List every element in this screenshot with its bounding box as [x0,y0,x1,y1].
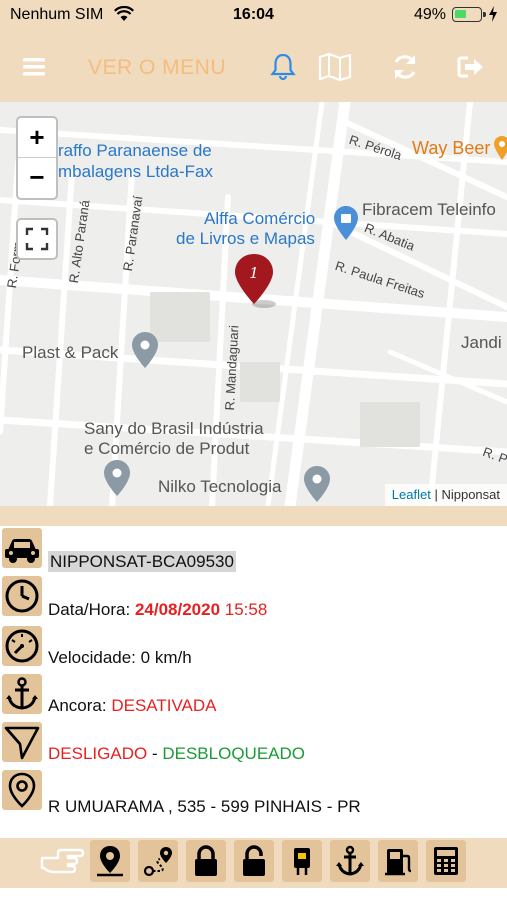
place-label: mbalagens Ltda-Fax [58,162,213,181]
location-pin-icon [2,770,42,810]
ignition-row: DESLIGADO - DESBLOQUEADO [0,720,507,764]
attribution-separator: | [430,487,442,502]
place-label: Sany do Brasil Indústria [84,419,264,438]
unlock-icon [243,845,265,876]
route-icon [143,847,172,877]
location-pin-icon [304,466,330,506]
map-icon[interactable] [318,52,352,82]
pointing-hand-icon [40,844,85,882]
address-link[interactable]: R UMUARAMA , 535 - 599 PINHAIS - PR [48,797,361,817]
ignition-text: DESLIGADO - DESBLOQUEADO [48,744,305,764]
place-label: raffo Paranaense de [58,141,212,160]
speed-text: Velocidade: 0 km/h [48,648,192,668]
speedometer-icon [2,626,42,666]
fuel-button[interactable] [378,840,418,882]
calculator-button[interactable] [426,840,466,882]
divider-band [0,506,507,526]
place-label: Nilko Tecnologia [158,477,282,496]
refresh-icon[interactable] [390,52,420,82]
anchor-value: DESATIVADA [111,696,217,715]
bell-icon[interactable] [268,52,298,82]
lock-status: DESBLOQUEADO [162,744,305,763]
datetime-row: Data/Hora: 24/08/2020 15:58 [0,574,507,620]
place-label: Jandi [461,333,502,352]
anchor-label: Ancora: [48,696,107,715]
plate-text: NIPPONSAT-BCA09530 [48,551,236,572]
fullscreen-icon [25,227,49,251]
datetime-label: Data/Hora: [48,600,131,619]
clock-icon [2,576,42,616]
date-value: 24/08/2020 [134,600,221,619]
hamburger-icon[interactable] [20,52,50,82]
anchor-icon [336,845,364,876]
svg-text:1: 1 [249,264,259,282]
speed-label: Velocidade: [48,648,136,667]
top-nav: VER O MENU [0,30,507,102]
provider-label: Nipponsat [441,487,500,502]
anchor-button[interactable] [330,840,370,882]
place-label: Alffa Comércio [204,209,316,228]
anchor-icon [2,674,42,714]
car-icon [2,528,42,568]
battery-percent: 49% [414,6,447,23]
vehicle-marker[interactable]: 1 [234,254,278,310]
unlock-button[interactable] [234,840,274,882]
zoom-control: + − [16,116,58,200]
place-label: Plast & Pack [22,343,119,362]
route-button[interactable] [138,840,178,882]
speed-value: 0 km/h [140,648,192,667]
charging-icon [488,6,498,27]
calculator-icon [434,847,458,875]
relay-button[interactable] [282,840,322,882]
zoom-in-button[interactable]: + [18,118,56,158]
shop-pin-icon [334,206,358,245]
vehicle-plate-row: NIPPONSAT-BCA09530 [0,526,507,572]
place-label: Way Beer [412,138,491,158]
location-pin-icon [97,846,123,877]
location-button[interactable] [90,840,130,882]
relay-icon [294,848,310,875]
lock-icon [195,845,217,876]
zoom-out-button[interactable]: − [18,158,56,198]
fuel-icon [385,849,412,876]
location-pin-icon [104,460,130,501]
status-separator: - [151,744,158,763]
location-pin-icon [132,332,158,373]
leaflet-link[interactable]: Leaflet [392,487,431,502]
map-view[interactable]: raffo Paranaense de mbalagens Ltda-Fax W… [0,102,507,506]
menu-label[interactable]: VER O MENU [88,56,226,80]
status-bar: Nenhum SIM 16:04 49% [0,0,507,30]
anchor-text: Ancora: DESATIVADA [48,696,217,716]
map-attribution: Leaflet | Nipponsat [384,484,507,506]
place-label: Fibracem Teleinfo [362,200,496,219]
time-value: 15:58 [224,600,268,619]
vehicle-plate: NIPPONSAT-BCA09530 [48,551,236,572]
bottom-toolbar [0,838,507,888]
place-label: e Comércio de Produt [84,439,250,458]
fullscreen-button[interactable] [16,218,58,260]
logout-icon[interactable] [456,52,486,82]
location-pin-icon [494,136,507,165]
place-label: de Livros e Mapas [176,229,315,248]
anchor-row: Ancora: DESATIVADA [0,672,507,716]
lock-button[interactable] [186,840,226,882]
ignition-status: DESLIGADO [48,744,148,763]
battery-icon [452,7,486,22]
navigation-arrow-icon [2,722,42,762]
datetime-text: Data/Hora: 24/08/2020 15:58 [48,600,267,620]
speed-row: Velocidade: 0 km/h [0,624,507,668]
address-row: R UMUARAMA , 535 - 599 PINHAIS - PR [0,768,507,816]
